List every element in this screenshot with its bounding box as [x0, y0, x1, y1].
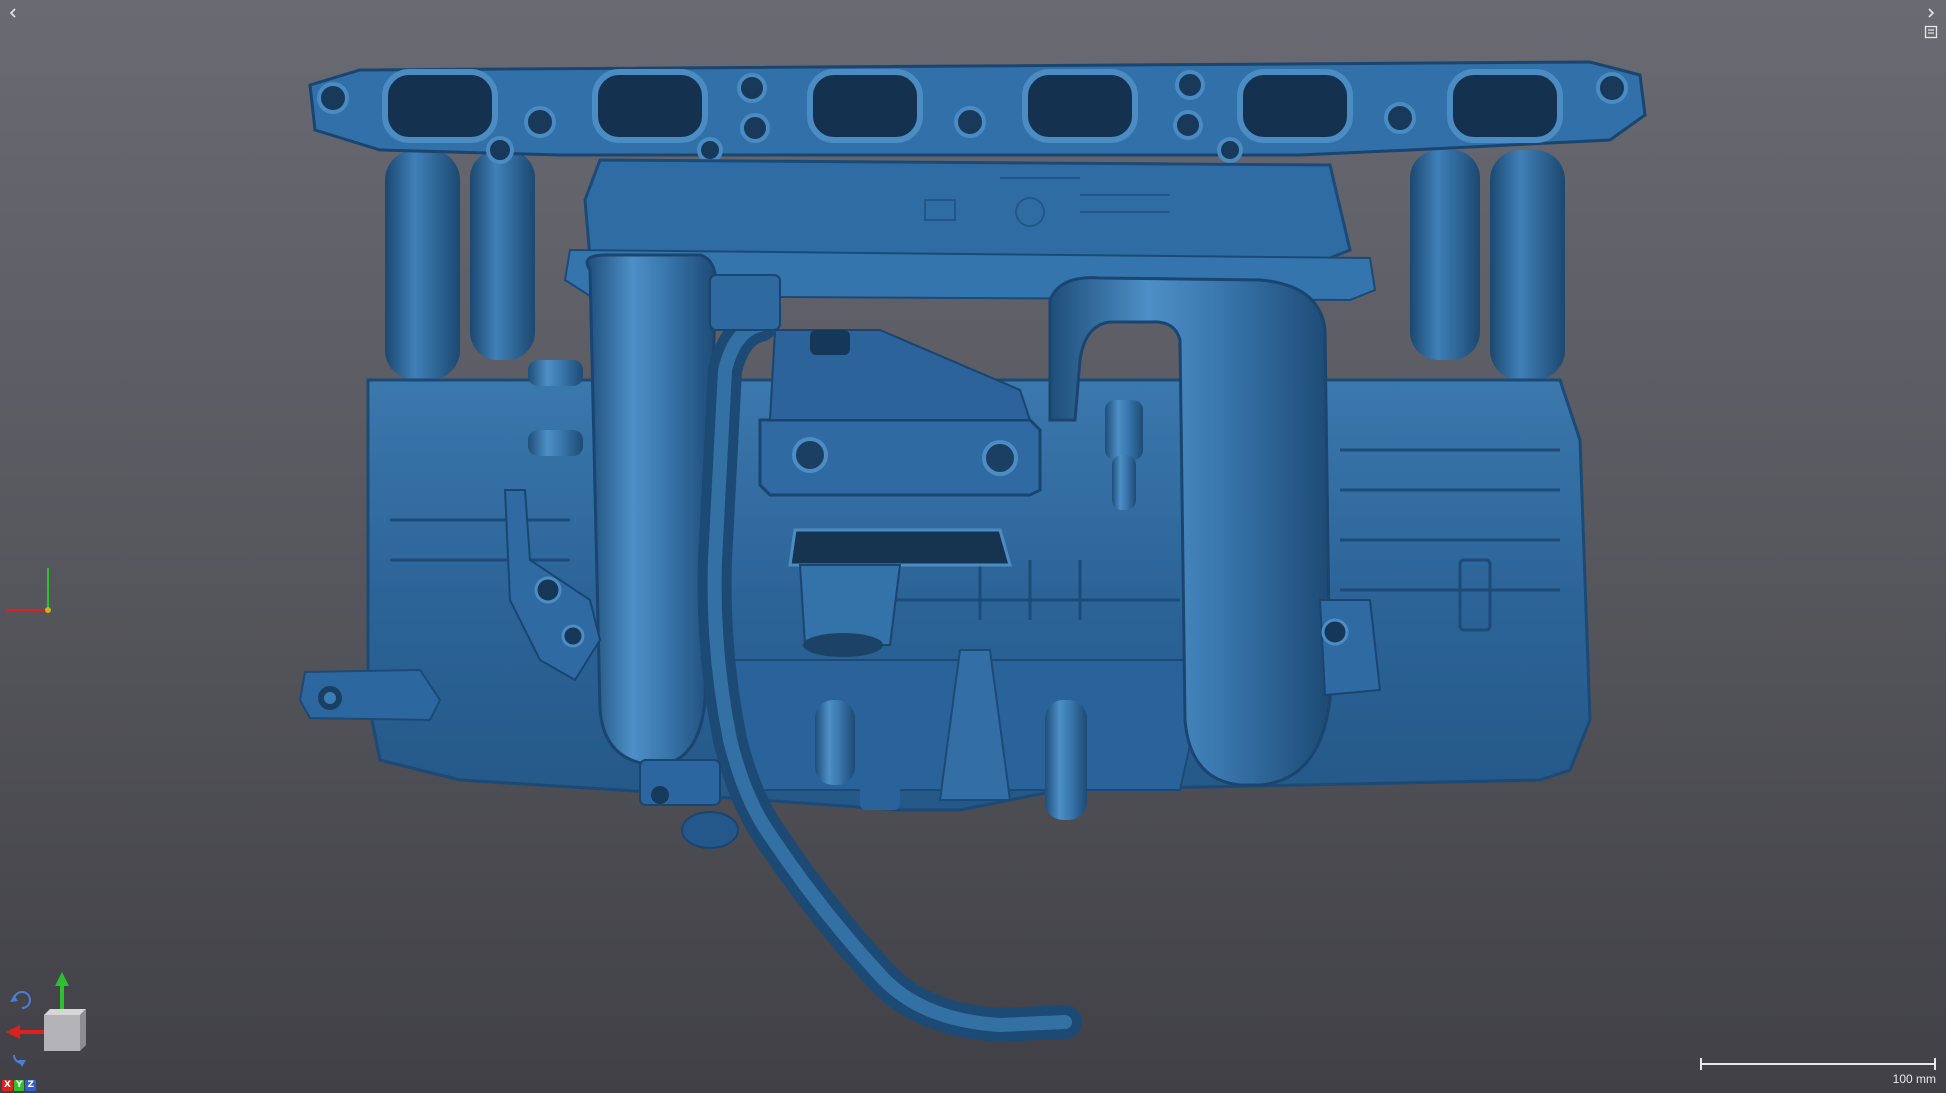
axis-labels: X Y Z	[2, 1079, 37, 1091]
scanned-model[interactable]	[0, 0, 1946, 1093]
scale-line	[1700, 1063, 1936, 1065]
scale-label: 100 mm	[1892, 1072, 1936, 1086]
scale-tick-right	[1934, 1058, 1936, 1070]
chevron-right-icon[interactable]	[1921, 3, 1941, 23]
axis-x-label: X	[2, 1079, 13, 1091]
scale-bar: 100 mm	[1700, 1058, 1940, 1088]
upper-plenum	[583, 158, 1352, 264]
left-runner-tube	[585, 253, 718, 767]
origin-axis-icon	[6, 568, 51, 613]
3d-viewport[interactable]: X Y Z 100 mm	[0, 0, 1946, 1093]
axis-y-label: Y	[13, 1079, 25, 1091]
panel-icon[interactable]	[1921, 22, 1941, 42]
orientation-gizmo[interactable]	[2, 970, 92, 1070]
axis-z-label: Z	[25, 1079, 37, 1091]
chevron-left-icon[interactable]	[3, 3, 23, 23]
